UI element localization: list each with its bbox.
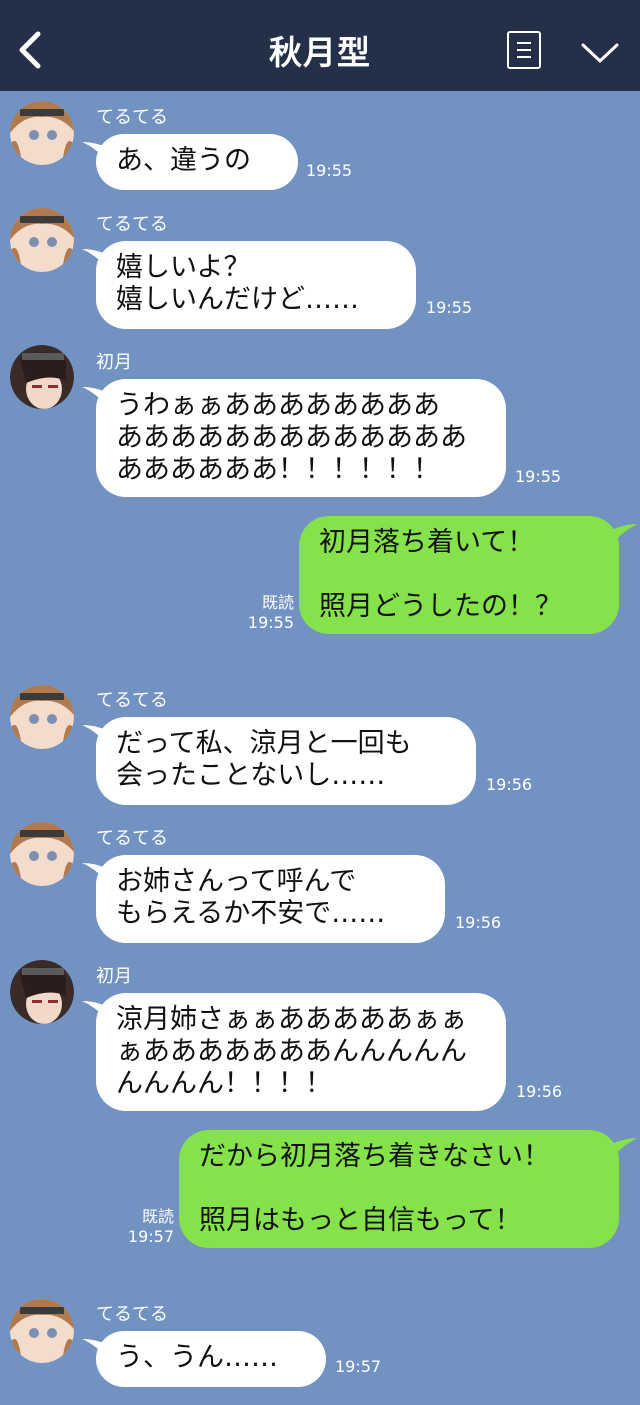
message-time: 19:56 (455, 913, 502, 932)
avatar-hatsuzuki[interactable] (10, 345, 74, 409)
message-time: 19:57 (335, 1357, 382, 1376)
avatar-teruteru[interactable] (10, 822, 74, 886)
message-time: 19:55 (247, 613, 294, 632)
message-bubble[interactable]: 嬉しいよ？ 嬉しいんだけど…… (96, 241, 416, 329)
message-bubble[interactable]: だって私、涼月と一回も 会ったことないし…… (96, 717, 476, 805)
read-label: 既読 (261, 593, 294, 612)
sender-name: 初月 (96, 966, 132, 987)
message-time: 19:55 (306, 161, 353, 180)
sender-name: てるてる (96, 1304, 168, 1325)
sender-name: てるてる (96, 690, 168, 711)
sender-name: てるてる (96, 107, 168, 128)
avatar-teruteru[interactable] (10, 1299, 74, 1363)
read-receipt: 既読 19:57 (118, 1207, 174, 1247)
chevron-down-icon[interactable] (580, 41, 620, 65)
message-time: 19:55 (426, 298, 473, 317)
message-bubble[interactable]: う、うん…… (96, 1331, 326, 1387)
read-label: 既読 (141, 1207, 174, 1226)
avatar-teruteru[interactable] (10, 685, 74, 749)
chat-title: 秋月型 (269, 33, 371, 72)
sender-name: 初月 (96, 352, 132, 373)
message-bubble-outgoing[interactable]: だから初月落ち着きなさい！ 照月はもっと自信もって！ (179, 1130, 619, 1248)
message-bubble[interactable]: お姉さんって呼んで もらえるか不安で…… (96, 855, 445, 943)
avatar-hatsuzuki[interactable] (10, 960, 74, 1024)
avatar-teruteru[interactable] (10, 208, 74, 272)
avatar-teruteru[interactable] (10, 101, 74, 165)
message-bubble-outgoing[interactable]: 初月落ち着いて！ 照月どうしたの！？ (299, 516, 619, 634)
message-time: 19:56 (516, 1082, 563, 1101)
message-time: 19:56 (486, 775, 533, 794)
message-time: 19:55 (515, 467, 562, 486)
read-receipt: 既読 19:55 (238, 593, 294, 633)
message-time: 19:57 (127, 1227, 174, 1246)
chat-header: 秋月型 (0, 0, 640, 91)
sender-name: てるてる (96, 828, 168, 849)
message-bubble[interactable]: あ、違うの (96, 134, 298, 190)
menu-list-icon[interactable] (507, 31, 541, 69)
sender-name: てるてる (96, 214, 168, 235)
message-bubble[interactable]: うわぁぁああああああああ あああああああああああああ ああああああ！！！！！！ (96, 379, 506, 497)
message-bubble[interactable]: 涼月姉さぁぁあああああぁぁ ぁあああああああんんんんん んんんん！！！！ (96, 993, 506, 1111)
